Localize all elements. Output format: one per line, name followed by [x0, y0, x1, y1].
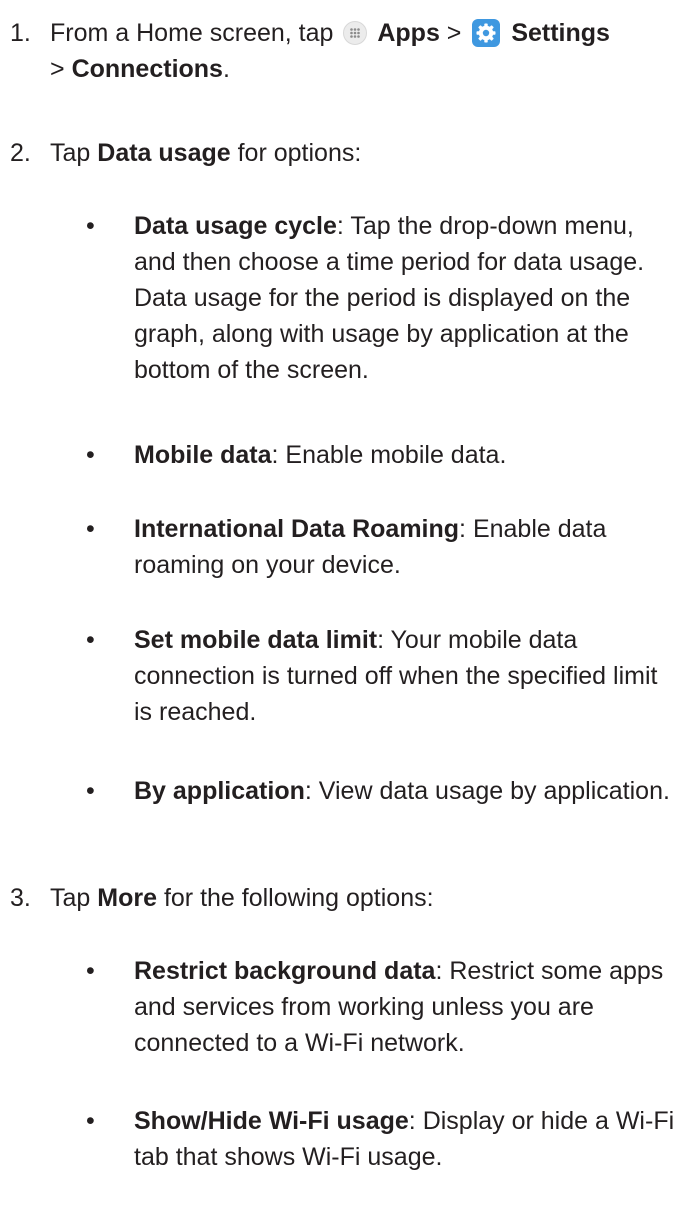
list-item-text: Set mobile data limit: Your mobile data … — [134, 622, 679, 730]
list-item-desc: : Enable mobile data. — [271, 441, 507, 469]
step-keyword: More — [97, 884, 157, 912]
step-text: Tap More for the following options: — [50, 880, 681, 916]
list-item-text: International Data Roaming: Enable data … — [134, 511, 679, 583]
settings-gear-icon — [472, 19, 501, 47]
step-prefix: Tap — [50, 884, 91, 912]
document-page: 1. From a Home screen, tap Apps > Settin… — [0, 0, 685, 1224]
step-text: Tap Data usage for options: — [50, 135, 681, 171]
apps-grid-icon — [343, 21, 368, 45]
bullet-dot: • — [86, 1107, 95, 1135]
settings-label: Settings — [511, 19, 610, 47]
connections-label: Connections — [71, 55, 223, 83]
list-item-term: Set mobile data limit — [134, 626, 378, 654]
list-item-text: By application: View data usage by appli… — [134, 773, 679, 809]
step-number: 1. — [10, 19, 31, 47]
step-suffix: for the following options: — [163, 884, 434, 912]
step-1-intro: From a Home screen, tap — [50, 19, 334, 47]
separator: > — [50, 55, 65, 83]
step-text: From a Home screen, tap Apps > Settings … — [50, 15, 681, 87]
list-item-term: International Data Roaming — [134, 515, 460, 543]
list-item-text: Restrict background data: Restrict some … — [134, 953, 679, 1061]
step-number: 2. — [10, 139, 31, 167]
step-keyword: Data usage — [97, 139, 231, 167]
bullet-dot: • — [86, 441, 95, 469]
step-prefix: Tap — [50, 139, 91, 167]
apps-label: Apps — [377, 19, 440, 47]
list-item-term: Data usage cycle — [134, 212, 337, 240]
period: . — [222, 55, 230, 83]
step-suffix: for options: — [237, 139, 362, 167]
bullet-dot: • — [86, 515, 95, 543]
bullet-dot: • — [86, 957, 95, 985]
list-item-term: By application — [134, 777, 305, 805]
step-number: 3. — [10, 884, 31, 912]
list-item-text: Mobile data: Enable mobile data. — [134, 437, 679, 473]
list-item-term: Restrict background data — [134, 957, 436, 985]
list-item-term: Mobile data — [134, 441, 272, 469]
bullet-dot: • — [86, 626, 95, 654]
list-item-term: Show/Hide Wi-Fi usage — [134, 1107, 409, 1135]
bullet-dot: • — [86, 212, 95, 240]
list-item-text: Show/Hide Wi-Fi usage: Display or hide a… — [134, 1103, 679, 1175]
separator: > — [446, 19, 462, 47]
bullet-dot: • — [86, 777, 95, 805]
list-item-text: Data usage cycle: Tap the drop-down menu… — [134, 208, 679, 388]
list-item-desc: : View data usage by application. — [304, 777, 670, 805]
